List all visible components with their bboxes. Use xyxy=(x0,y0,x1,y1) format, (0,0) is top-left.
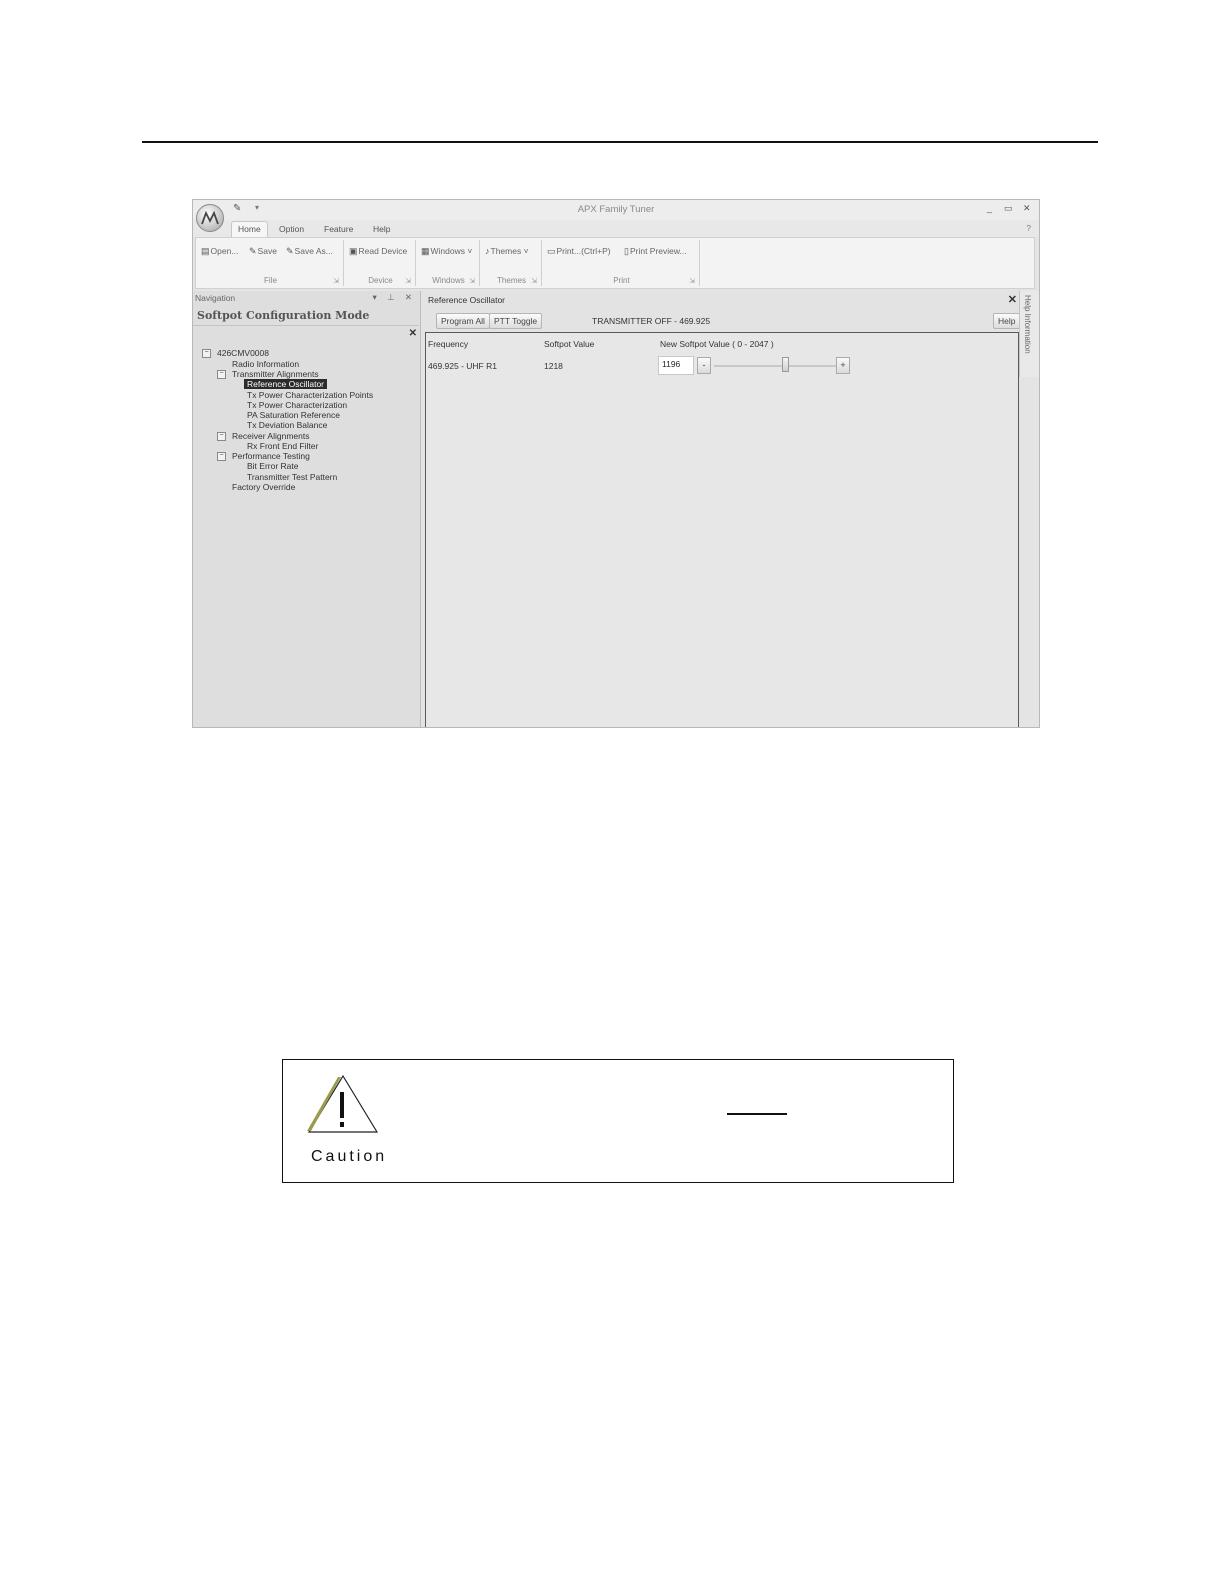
title-bar: ✎ ▾ APX Family Tuner _ ▭ ✕ xyxy=(193,200,1039,232)
save-button[interactable]: ✎Save xyxy=(249,246,277,257)
tab-help[interactable]: Help xyxy=(373,224,390,234)
tree-item-tx-power-characterization[interactable]: Tx Power Characterization xyxy=(247,400,347,410)
ribbon-group-windows: ▦Windows ˅ Windows ⇲ xyxy=(418,240,480,286)
open-button[interactable]: ▤Open... xyxy=(201,246,238,257)
windows-icon: ▦ xyxy=(421,246,430,256)
read-device-button[interactable]: ▣Read Device xyxy=(349,246,407,257)
tree-item-transmitter-alignments[interactable]: Transmitter Alignments xyxy=(232,369,319,379)
maximize-button[interactable]: ▭ xyxy=(1004,203,1013,214)
caution-label: Caution xyxy=(311,1148,388,1165)
increment-button[interactable]: + xyxy=(836,357,850,374)
tree-item-rx-front-end-filter[interactable]: Rx Front End Filter xyxy=(247,441,318,451)
reference-oscillator-panel: Reference Oscillator ✕ Program All PTT T… xyxy=(423,291,1021,727)
navigation-divider xyxy=(193,325,419,326)
column-header-softpot-value: Softpot Value xyxy=(544,339,595,349)
navigation-header: Navigation xyxy=(195,293,236,303)
column-header-new-softpot-value: New Softpot Value ( 0 - 2047 ) xyxy=(660,339,774,349)
collapse-toggle-icon[interactable]: − xyxy=(217,370,226,379)
close-icon[interactable]: ✕ xyxy=(1008,293,1017,306)
save-icon: ✎ xyxy=(249,246,257,256)
tree-item-bit-error-rate[interactable]: Bit Error Rate xyxy=(247,461,299,471)
motorola-logo-icon xyxy=(201,211,219,225)
app-title: APX Family Tuner xyxy=(577,204,655,215)
program-all-button[interactable]: Program All xyxy=(436,313,490,329)
windows-dropdown-button[interactable]: ▦Windows ˅ xyxy=(421,246,472,257)
tree-item-performance-testing[interactable]: Performance Testing xyxy=(232,451,310,461)
collapse-toggle-icon[interactable]: − xyxy=(217,432,226,441)
page-top-rule xyxy=(142,141,1098,143)
dialog-launcher-icon[interactable]: ⇲ xyxy=(469,277,475,285)
ribbon-group-print: ▭Print...(Ctrl+P) ▯Print Preview... Prin… xyxy=(544,240,700,286)
folder-icon: ▤ xyxy=(201,246,210,256)
collapse-toggle-icon[interactable]: − xyxy=(217,452,226,461)
tab-option[interactable]: Option xyxy=(279,224,304,234)
tree-item-pa-saturation-reference[interactable]: PA Saturation Reference xyxy=(247,410,340,420)
save-as-icon: ✎ xyxy=(286,246,294,256)
softpot-grid: Frequency Softpot Value New Softpot Valu… xyxy=(425,332,1019,727)
ribbon-group-device: ▣Read Device Device ⇲ xyxy=(346,240,416,286)
group-label-file: File xyxy=(264,276,277,285)
navigation-pin-controls[interactable]: ▾ ⊥ ✕ xyxy=(372,292,416,303)
caution-triangle-icon xyxy=(307,1074,379,1133)
column-header-frequency: Frequency xyxy=(428,339,469,349)
collapse-toggle-icon[interactable]: − xyxy=(202,349,211,358)
themes-icon: ♪ xyxy=(485,246,490,256)
decrement-button[interactable]: - xyxy=(697,357,711,374)
print-button[interactable]: ▭Print...(Ctrl+P) xyxy=(547,246,611,257)
tree-item-receiver-alignments[interactable]: Receiver Alignments xyxy=(232,431,309,441)
minimize-button[interactable]: _ xyxy=(987,203,992,213)
menu-bar: Home Option Feature Help ? xyxy=(193,220,1039,238)
dialog-launcher-icon[interactable]: ⇲ xyxy=(405,277,411,285)
ptt-toggle-button[interactable]: PTT Toggle xyxy=(489,313,543,329)
dialog-launcher-icon[interactable]: ⇲ xyxy=(689,277,695,285)
tree-item-root[interactable]: 426CMV0008 xyxy=(217,348,269,358)
softpot-slider-thumb[interactable] xyxy=(781,357,789,372)
save-as-button[interactable]: ✎Save As... xyxy=(286,246,333,257)
tab-home[interactable]: Home xyxy=(231,221,268,238)
transmitter-status: TRANSMITTER OFF - 469.925 xyxy=(592,316,711,326)
panel-title: Reference Oscillator xyxy=(428,295,506,305)
tree-item-tx-power-characterization-points[interactable]: Tx Power Characterization Points xyxy=(247,390,373,400)
printer-icon: ▭ xyxy=(547,246,556,256)
tree-item-tx-deviation-balance[interactable]: Tx Deviation Balance xyxy=(247,420,327,430)
caution-underline xyxy=(727,1113,787,1115)
cell-frequency: 469.925 - UHF R1 xyxy=(428,361,497,371)
help-question-icon[interactable]: ? xyxy=(1027,224,1031,233)
ribbon: ▤Open... ✎Save ✎Save As... File ⇲ ▣Read … xyxy=(195,237,1035,289)
read-device-icon: ▣ xyxy=(349,246,358,256)
softpot-slider-track[interactable] xyxy=(714,365,836,367)
print-preview-icon: ▯ xyxy=(624,246,629,256)
tree-item-factory-override[interactable]: Factory Override xyxy=(232,482,295,492)
navigation-panel: Navigation ▾ ⊥ ✕ Softpot Configuration M… xyxy=(193,291,421,727)
close-window-button[interactable]: ✕ xyxy=(1023,203,1031,214)
help-information-sidebar[interactable]: Help Information xyxy=(1019,291,1039,377)
close-icon[interactable]: ✕ xyxy=(409,328,417,339)
print-preview-button[interactable]: ▯Print Preview... xyxy=(624,246,687,257)
tab-feature[interactable]: Feature xyxy=(324,224,353,234)
softpot-mode-title: Softpot Configuration Mode xyxy=(197,309,370,322)
ribbon-group-file: ▤Open... ✎Save ✎Save As... File ⇲ xyxy=(198,240,344,286)
tree-item-transmitter-test-pattern[interactable]: Transmitter Test Pattern xyxy=(247,472,337,482)
caution-box: Caution xyxy=(282,1059,954,1183)
dialog-launcher-icon[interactable]: ⇲ xyxy=(333,277,339,285)
panel-toolbar: Program All PTT Toggle TRANSMITTER OFF -… xyxy=(425,311,1021,333)
dialog-launcher-icon[interactable]: ⇲ xyxy=(531,277,537,285)
apx-tuner-window: ✎ ▾ APX Family Tuner _ ▭ ✕ Home Option F… xyxy=(192,199,1040,728)
help-button[interactable]: Help xyxy=(993,313,1021,329)
new-softpot-value-input[interactable]: 1196 xyxy=(658,356,694,375)
cell-softpot-value: 1218 xyxy=(544,361,563,371)
group-label-print: Print xyxy=(613,276,630,285)
help-information-label: Help Information xyxy=(1023,295,1032,354)
ribbon-group-themes: ♪Themes ˅ Themes ⇲ xyxy=(482,240,542,286)
tree-item-reference-oscillator[interactable]: Reference Oscillator xyxy=(244,379,328,389)
tree-item-radio-information[interactable]: Radio Information xyxy=(232,359,299,369)
application-orb-button[interactable] xyxy=(196,204,224,232)
themes-dropdown-button[interactable]: ♪Themes ˅ xyxy=(485,246,529,256)
